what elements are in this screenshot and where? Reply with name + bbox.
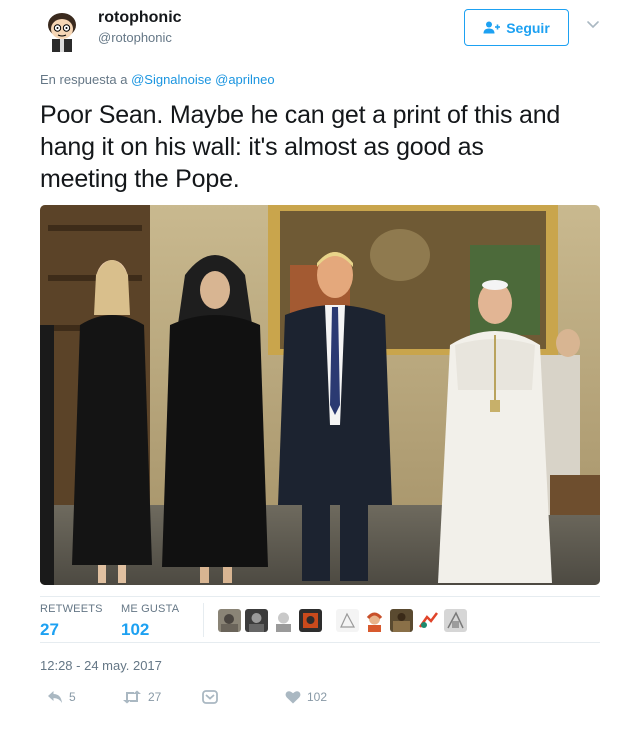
tweet-text-line: Poor Sean. Maybe he can get a print of t… [40, 101, 561, 129]
likes-label[interactable]: ME GUSTA [121, 603, 179, 615]
retweet-button[interactable]: 27 [122, 690, 161, 704]
liker-avatar[interactable] [218, 609, 241, 632]
reply-icon [48, 691, 62, 703]
tweet-timestamp[interactable]: 12:28 - 24 may. 2017 [40, 658, 162, 673]
screen-name[interactable]: @rotophonic [98, 30, 172, 45]
direct-message-icon [202, 690, 218, 704]
divider [40, 596, 600, 597]
reply-count: 5 [69, 690, 76, 704]
liker-avatar[interactable] [272, 609, 295, 632]
avatar[interactable] [40, 8, 84, 52]
liker-avatar[interactable] [390, 609, 413, 632]
mention-link[interactable]: @Signalnoise [131, 72, 211, 87]
tweet-text-line: hang it on his wall: it's almost as good… [40, 133, 484, 161]
reply-button[interactable]: 5 [47, 690, 76, 704]
divider [40, 642, 600, 643]
liker-avatar[interactable] [417, 609, 440, 632]
retweet-icon [123, 690, 141, 704]
follow-button[interactable]: Seguir [464, 9, 569, 46]
display-name[interactable]: rotophonic [98, 9, 182, 27]
follow-button-label: Seguir [506, 19, 550, 36]
liker-avatar[interactable] [245, 609, 268, 632]
like-button[interactable]: 102 [285, 690, 327, 704]
tweet-text-line: meeting the Pope. [40, 165, 240, 193]
tweet-text: Poor Sean. Maybe he can get a print of t… [40, 99, 605, 195]
retweets-count[interactable]: 27 [40, 620, 59, 640]
likes-count[interactable]: 102 [121, 620, 149, 640]
retweet-count: 27 [148, 690, 162, 704]
stats-separator [203, 603, 204, 637]
like-count: 102 [307, 690, 328, 704]
chevron-down-icon[interactable] [585, 16, 601, 32]
liker-avatar[interactable] [336, 609, 359, 632]
reply-prefix: En respuesta a [40, 72, 128, 87]
liker-avatar[interactable] [444, 609, 467, 632]
reply-context: En respuesta a @Signalnoise @aprilneo [40, 72, 275, 87]
tweet-photo[interactable] [40, 205, 600, 585]
liker-avatar[interactable] [299, 609, 322, 632]
mention-link[interactable]: @aprilneo [215, 72, 274, 87]
retweets-label[interactable]: RETWEETS [40, 603, 103, 615]
add-user-icon [483, 21, 501, 34]
heart-icon [285, 691, 301, 704]
direct-message-button[interactable] [202, 690, 218, 704]
liker-avatar[interactable] [363, 609, 386, 632]
